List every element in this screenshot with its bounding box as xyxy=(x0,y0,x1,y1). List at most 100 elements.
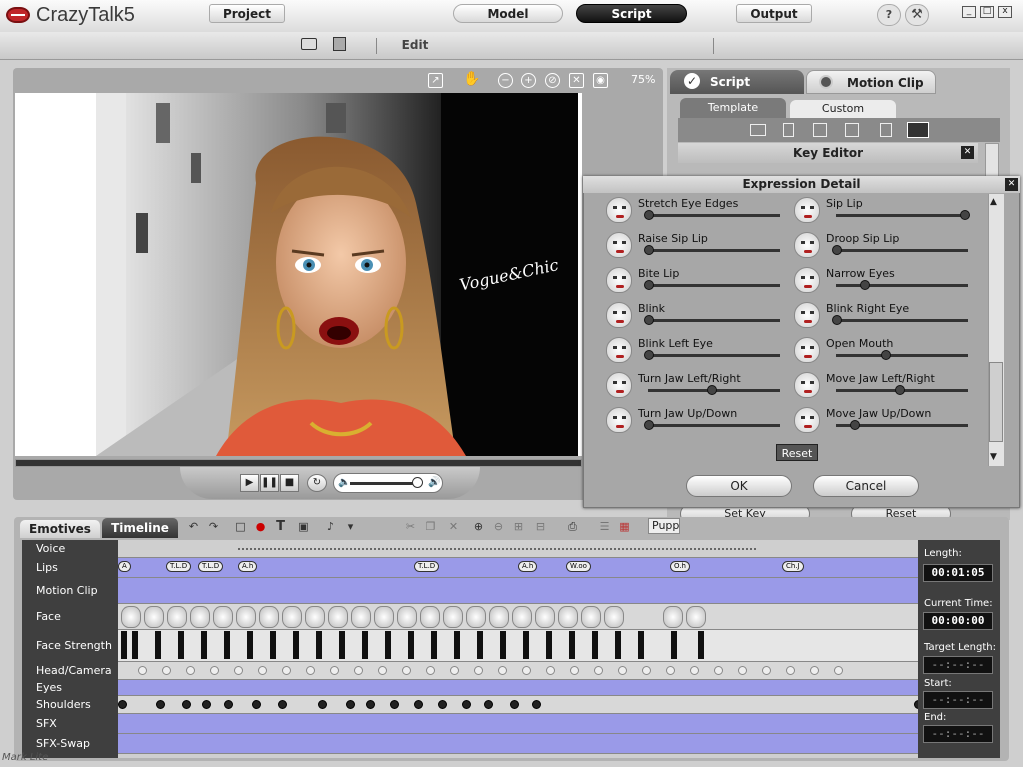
shoulders-key[interactable] xyxy=(156,700,165,709)
shoulders-key[interactable] xyxy=(202,700,211,709)
head-camera-key[interactable] xyxy=(306,666,315,675)
shoulders-key[interactable] xyxy=(484,700,493,709)
frame-icon[interactable]: ✕ xyxy=(569,73,584,88)
cancel-button[interactable]: Cancel xyxy=(813,475,919,497)
shoulders-key[interactable] xyxy=(414,700,423,709)
face-key-thumbnail[interactable] xyxy=(328,606,348,628)
face-key-thumbnail[interactable] xyxy=(443,606,463,628)
volume-slider-knob[interactable] xyxy=(412,477,423,488)
expression-slider-knob[interactable] xyxy=(644,245,654,255)
zoom-in-icon[interactable]: + xyxy=(521,73,536,88)
expression-slider-knob[interactable] xyxy=(832,315,842,325)
lip-key-tag[interactable]: Ch.J xyxy=(782,561,804,572)
expression-slider-track[interactable] xyxy=(648,354,780,357)
scrollbar-thumb[interactable] xyxy=(989,362,1003,442)
track-lane[interactable] xyxy=(118,630,918,662)
face-key-thumbnail[interactable] xyxy=(604,606,624,628)
tab-timeline[interactable]: Timeline xyxy=(102,518,178,538)
face-strength-key[interactable] xyxy=(698,631,704,659)
save-icon[interactable] xyxy=(333,37,346,51)
expression-slider-track[interactable] xyxy=(836,249,968,252)
track-label[interactable]: Voice xyxy=(36,542,65,555)
track-label[interactable]: Eyes xyxy=(36,681,62,694)
expression-slider-knob[interactable] xyxy=(644,280,654,290)
track-lane[interactable] xyxy=(118,734,918,754)
face-key-thumbnail[interactable] xyxy=(282,606,302,628)
dialog-close-icon[interactable]: ✕ xyxy=(1005,178,1018,191)
face-key-thumbnail[interactable] xyxy=(213,606,233,628)
head-camera-key[interactable] xyxy=(522,666,531,675)
track-lane[interactable] xyxy=(118,540,918,558)
stop-button[interactable]: ■ xyxy=(280,474,299,492)
face-key-thumbnail[interactable] xyxy=(190,606,210,628)
expression-slider-track[interactable] xyxy=(648,249,780,252)
lip-key-tag[interactable]: O.h xyxy=(670,561,690,572)
face-key-thumbnail[interactable] xyxy=(167,606,187,628)
script-button[interactable]: Script xyxy=(576,4,687,23)
character-scene[interactable]: Vogue&Chic xyxy=(96,93,578,456)
face-strength-key[interactable] xyxy=(339,631,345,659)
redo-icon[interactable]: ↷ xyxy=(206,519,221,534)
track-label[interactable]: SFX xyxy=(36,717,57,730)
close-window-button[interactable]: x xyxy=(998,6,1012,18)
track-label[interactable]: Head/Camera xyxy=(36,664,112,677)
face-strength-key[interactable] xyxy=(592,631,598,659)
head-camera-key[interactable] xyxy=(210,666,219,675)
music-note-icon[interactable]: ♪ xyxy=(323,519,338,534)
start-value[interactable]: --:--:-- xyxy=(923,691,993,709)
head-camera-key[interactable] xyxy=(714,666,723,675)
face-strength-key[interactable] xyxy=(385,631,391,659)
face-strength-key[interactable] xyxy=(477,631,483,659)
shoulders-key[interactable] xyxy=(510,700,519,709)
play-button[interactable]: ▶ xyxy=(240,474,259,492)
zoom-in-icon[interactable]: ⊕ xyxy=(471,519,486,534)
ok-button[interactable]: OK xyxy=(686,475,792,497)
subtab-template[interactable]: Template xyxy=(680,98,786,118)
loop-icon[interactable]: ↻ xyxy=(307,474,327,492)
grid-icon[interactable]: ▦ xyxy=(617,519,632,534)
lip-key-tag[interactable]: T.L.D xyxy=(166,561,192,572)
actual-size-icon[interactable]: ◉ xyxy=(593,73,608,88)
face-key-thumbnail[interactable] xyxy=(351,606,371,628)
head-camera-key[interactable] xyxy=(642,666,651,675)
expression-slider-track[interactable] xyxy=(648,319,780,322)
expression-slider-knob[interactable] xyxy=(894,385,905,395)
image-icon[interactable]: ▣ xyxy=(296,519,311,534)
head-camera-key[interactable] xyxy=(450,666,459,675)
face-key-thumbnail[interactable] xyxy=(305,606,325,628)
zoom-fit-icon[interactable]: ⊞ xyxy=(511,519,526,534)
face-key-thumbnail[interactable] xyxy=(581,606,601,628)
list-icon[interactable]: ☰ xyxy=(597,519,612,534)
face-key-thumbnail[interactable] xyxy=(420,606,440,628)
track-lane[interactable] xyxy=(118,662,918,680)
fit-view-icon[interactable]: ↗ xyxy=(428,73,443,88)
track-area[interactable]: A T.L.D T.L.D A.h T.L.D A.h W.oo O.h Ch.J xyxy=(118,540,923,758)
head-camera-key[interactable] xyxy=(186,666,195,675)
face-strength-key[interactable] xyxy=(569,631,575,659)
tools-icon[interactable]: ⚒ xyxy=(905,4,929,26)
track-lane[interactable] xyxy=(118,714,918,734)
text-icon[interactable]: T xyxy=(273,519,288,534)
face-strength-key[interactable] xyxy=(638,631,644,659)
face-key-thumbnail[interactable] xyxy=(489,606,509,628)
shoulders-key[interactable] xyxy=(346,700,355,709)
scroll-up-icon[interactable]: ▲ xyxy=(990,197,997,207)
track-label[interactable]: Face xyxy=(36,610,61,623)
track-lane[interactable] xyxy=(118,680,918,696)
model-button[interactable]: Model xyxy=(453,4,563,23)
face-strength-key[interactable] xyxy=(431,631,437,659)
help-button[interactable]: ? xyxy=(877,4,901,26)
lip-key-tag[interactable]: A xyxy=(118,561,131,572)
lip-key-tag[interactable]: A.h xyxy=(518,561,538,572)
face-strength-key[interactable] xyxy=(132,631,138,659)
shoulders-key[interactable] xyxy=(390,700,399,709)
head-camera-key[interactable] xyxy=(618,666,627,675)
face-key-thumbnail[interactable] xyxy=(121,606,141,628)
shoulders-key[interactable] xyxy=(182,700,191,709)
shoulders-key[interactable] xyxy=(278,700,287,709)
copy-icon[interactable]: ❐ xyxy=(423,519,438,534)
head-camera-key[interactable] xyxy=(330,666,339,675)
shoulders-key[interactable] xyxy=(366,700,375,709)
print-icon[interactable]: ⎙ xyxy=(565,519,580,534)
head-camera-key[interactable] xyxy=(234,666,243,675)
